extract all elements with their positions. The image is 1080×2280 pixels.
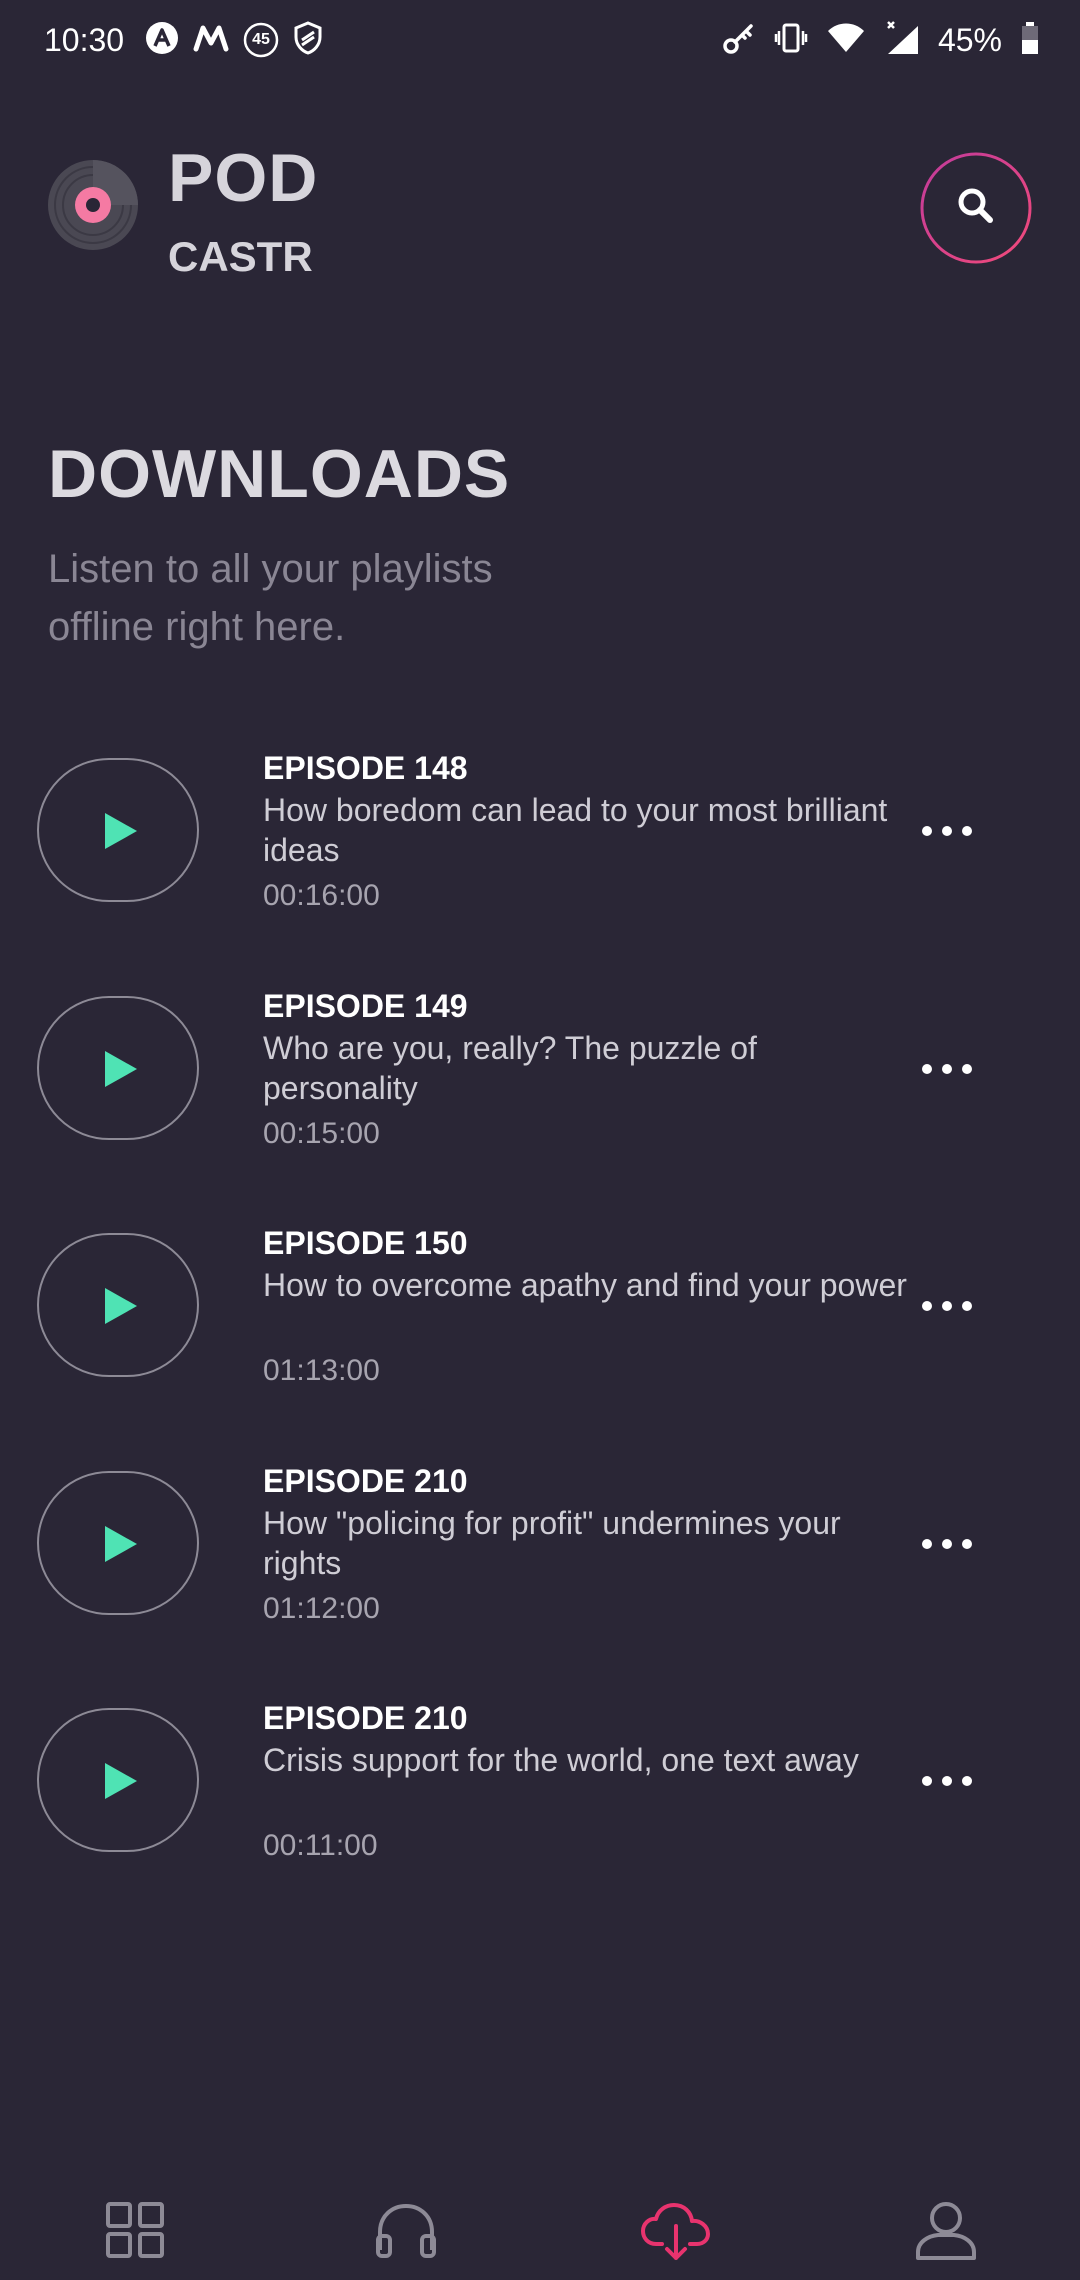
episode-item[interactable]: EPISODE 150 How to overcome apathy and f… <box>0 1215 1080 1415</box>
play-icon <box>105 1051 137 1087</box>
episode-item[interactable]: EPISODE 148 How boredom can lead to your… <box>0 740 1080 940</box>
more-options-icon[interactable] <box>922 1529 972 1559</box>
play-button[interactable] <box>37 1708 199 1852</box>
nav-listen[interactable] <box>366 2190 446 2270</box>
episode-description: How "policing for profit" undermines you… <box>263 1505 841 1581</box>
wifi-icon <box>826 21 866 60</box>
episode-title: EPISODE 210 <box>263 1463 468 1499</box>
cloud-download-icon <box>641 2203 710 2260</box>
battery-icon <box>1020 21 1040 60</box>
brand-subtitle: CASTR <box>168 233 313 280</box>
page-title: DOWNLOADS <box>48 436 511 512</box>
play-button[interactable] <box>37 1233 199 1377</box>
assistant-icon <box>145 21 179 60</box>
episode-duration: 01:13:00 <box>263 1354 380 1387</box>
play-icon <box>105 813 137 849</box>
battery-percent: 45% <box>937 22 1002 58</box>
headphones-icon <box>376 2203 436 2258</box>
episode-duration: 01:12:00 <box>263 1592 380 1625</box>
search-icon <box>958 188 993 223</box>
episode-item[interactable]: EPISODE 210 How "policing for profit" un… <box>0 1453 1080 1653</box>
maps-m-icon <box>193 23 229 58</box>
status-left-icons: 45 <box>145 20 323 60</box>
episode-duration: 00:15:00 <box>263 1117 380 1150</box>
nav-downloads[interactable] <box>636 2190 716 2270</box>
vpn-key-icon <box>722 21 756 60</box>
episode-title: EPISODE 210 <box>263 1700 468 1736</box>
play-button[interactable] <box>37 1471 199 1615</box>
status-time: 10:30 <box>44 22 125 58</box>
more-options-icon[interactable] <box>922 1291 972 1321</box>
play-icon <box>105 1526 137 1562</box>
notification-badge-number: 45 <box>252 31 270 48</box>
brand-title: POD <box>168 140 319 216</box>
episode-title: EPISODE 149 <box>263 988 468 1024</box>
episode-duration: 00:16:00 <box>263 879 380 912</box>
more-options-icon[interactable] <box>922 816 972 846</box>
episode-item[interactable]: EPISODE 149 Who are you, really? The puz… <box>0 978 1080 1178</box>
status-bar: 10:30 45 45% <box>0 0 1080 80</box>
nav-profile[interactable] <box>906 2190 986 2270</box>
more-options-icon[interactable] <box>922 1766 972 1796</box>
nav-home[interactable] <box>96 2190 176 2270</box>
episode-description: How to overcome apathy and find your pow… <box>263 1267 907 1303</box>
episode-description: Who are you, really? The puzzle of perso… <box>263 1030 757 1106</box>
cell-signal-icon <box>884 20 920 61</box>
bottom-navigation <box>0 2170 1080 2280</box>
episode-item[interactable]: EPISODE 210 Crisis support for the world… <box>0 1690 1080 1890</box>
page-subtitle: Listen to all your playlists offline rig… <box>48 547 493 649</box>
episode-title: EPISODE 150 <box>263 1225 468 1261</box>
episode-description: Crisis support for the world, one text a… <box>263 1742 859 1778</box>
vibrate-icon <box>774 21 808 60</box>
more-options-icon[interactable] <box>922 1054 972 1084</box>
search-button[interactable] <box>920 152 1032 264</box>
status-right-icons: 45% <box>722 20 1040 60</box>
play-button[interactable] <box>37 758 199 902</box>
episode-description: How boredom can lead to your most brilli… <box>263 792 888 868</box>
notification-45-icon: 45 <box>243 22 279 58</box>
play-button[interactable] <box>37 996 199 1140</box>
episode-duration: 00:11:00 <box>263 1829 378 1862</box>
user-icon <box>916 2202 976 2260</box>
play-icon <box>105 1763 137 1799</box>
grid-icon <box>106 2202 164 2258</box>
play-icon <box>105 1288 137 1324</box>
episode-title: EPISODE 148 <box>263 750 468 786</box>
vinyl-disc-icon <box>48 160 138 250</box>
shield-icon <box>293 20 323 60</box>
